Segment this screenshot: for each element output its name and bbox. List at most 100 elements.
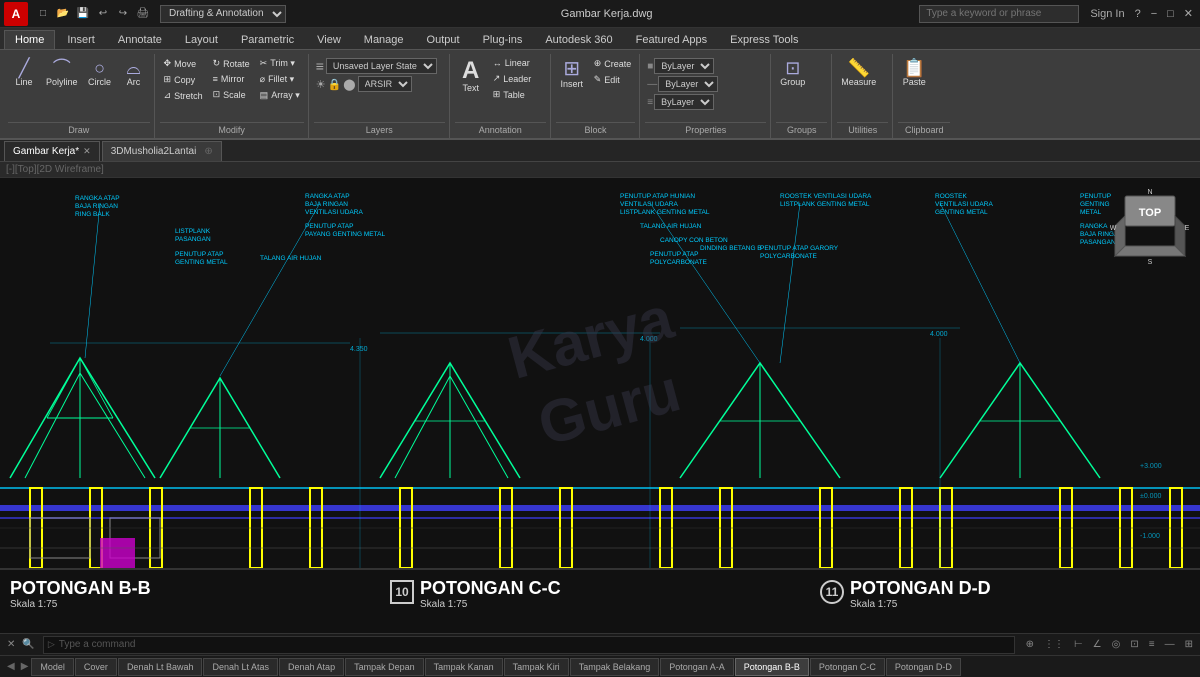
group-button[interactable]: ⊡ Group — [776, 56, 809, 91]
stretch-button[interactable]: ⊿Stretch — [160, 88, 207, 103]
tab-manage[interactable]: Manage — [353, 30, 415, 49]
ribbon-group-draw: ╱ Line ⌒ Polyline ○ Circle ⌓ Arc Draw — [4, 54, 155, 138]
close-status-button[interactable]: ✕ — [4, 639, 18, 650]
sign-in-button[interactable]: Sign In — [1087, 8, 1127, 20]
svg-text:PAYANG GENTING METAL: PAYANG GENTING METAL — [305, 231, 385, 238]
table-button[interactable]: ⊞Table — [489, 87, 536, 102]
sheet-nav-prev[interactable]: ◀ — [4, 661, 18, 672]
tab-insert[interactable]: Insert — [56, 30, 106, 49]
close-button[interactable]: ✕ — [1181, 7, 1196, 20]
sheet-tab-potongan-aa[interactable]: Potongan A-A — [660, 658, 734, 676]
text-button[interactable]: A Text — [455, 56, 487, 97]
circle-button[interactable]: ○ Circle — [84, 56, 116, 91]
tab-parametric[interactable]: Parametric — [230, 30, 305, 49]
array-button[interactable]: ▤Array ▾ — [256, 88, 304, 103]
canvas-area[interactable]: 4.350 4.000 4.000 ±0.000 -1.000 +3.000 R… — [0, 178, 1200, 568]
tab-autodesk360[interactable]: Autodesk 360 — [534, 30, 623, 49]
tab-annotate[interactable]: Annotate — [107, 30, 173, 49]
status-bar: ✕ 🔍 ▷ Type a command ⊕ ⋮⋮ ⊢ ∠ ◎ ⊡ ≡ — ⊞ — [0, 633, 1200, 655]
svg-text:DINDING BETANG B: DINDING BETANG B — [700, 245, 762, 252]
osnap-button[interactable]: ◎ — [1109, 639, 1124, 650]
close-doc-tab-1[interactable]: ✕ — [83, 146, 91, 157]
sheet-tab-model[interactable]: Model — [31, 658, 74, 676]
sheet-tab-cover[interactable]: Cover — [75, 658, 117, 676]
file-title: Gambar Kerja.dwg — [294, 8, 919, 20]
sheet-tab-tampak-kiri[interactable]: Tampak Kiri — [504, 658, 569, 676]
lineweight-select[interactable]: ByLayer — [654, 94, 714, 110]
sheet-tab-tampak-depan[interactable]: Tampak Depan — [345, 658, 424, 676]
dynin-button[interactable]: ≡ — [1146, 639, 1158, 650]
svg-text:CANOPY CON BETON: CANOPY CON BETON — [660, 237, 728, 244]
svg-text:S: S — [1148, 259, 1153, 266]
copy-button[interactable]: ⊞Copy — [160, 72, 207, 87]
tab-view[interactable]: View — [306, 30, 352, 49]
grid-button[interactable]: ⋮⋮ — [1041, 639, 1067, 650]
doc-tab-gambar-kerja[interactable]: Gambar Kerja* ✕ — [4, 141, 100, 161]
arc-button[interactable]: ⌓ Arc — [118, 56, 150, 91]
workspace-select[interactable]: Drafting & Annotation — [160, 5, 286, 23]
minimize-button[interactable]: − — [1148, 8, 1160, 20]
ribbon-tabs: Home Insert Annotate Layout Parametric V… — [0, 28, 1200, 50]
new-button[interactable]: □ — [34, 5, 52, 23]
tab-plugins[interactable]: Plug-ins — [472, 30, 534, 49]
insert-button[interactable]: ⊞ Insert — [556, 56, 588, 93]
sheet-tab-tampak-belakang[interactable]: Tampak Belakang — [570, 658, 660, 676]
command-input-area[interactable]: ▷ Type a command — [43, 636, 1015, 654]
tab-express-tools[interactable]: Express Tools — [719, 30, 809, 49]
tab-featured-apps[interactable]: Featured Apps — [625, 30, 719, 49]
measure-button[interactable]: 📏 Measure — [837, 56, 880, 91]
sheet-tab-potongan-cc[interactable]: Potongan C-C — [810, 658, 885, 676]
trim-button[interactable]: ✂Trim ▾ — [256, 56, 304, 71]
ribbon-group-layers: ≡ Unsaved Layer State ☀ 🔒 ⬤ ARSIR Layers — [310, 54, 450, 138]
circle-number-11: 11 — [820, 580, 844, 604]
doc-tab-3dmusholia[interactable]: 3DMusholia2Lantai ⊕ — [102, 141, 222, 161]
model-button[interactable]: ⊞ — [1182, 639, 1196, 650]
tab-output[interactable]: Output — [416, 30, 471, 49]
ortho-button[interactable]: ⊢ — [1071, 639, 1086, 650]
open-button[interactable]: 📂 — [54, 5, 72, 23]
sheet-tab-potongan-dd[interactable]: Potongan D-D — [886, 658, 961, 676]
svg-text:TALANG AIR HUJAN: TALANG AIR HUJAN — [260, 255, 322, 262]
edit-button[interactable]: ✎Edit — [590, 72, 636, 87]
help-button[interactable]: ? — [1132, 8, 1144, 20]
move-button[interactable]: ✥Move — [160, 56, 207, 71]
line-button[interactable]: ╱ Line — [8, 56, 40, 91]
color-select[interactable]: ByLayer — [654, 58, 714, 74]
linetype-select[interactable]: ByLayer — [658, 76, 718, 92]
tab-home[interactable]: Home — [4, 30, 55, 49]
sheet-tab-denah-lt-bawah[interactable]: Denah Lt Bawah — [118, 658, 203, 676]
sheet-tab-denah-lt-atas[interactable]: Denah Lt Atas — [203, 658, 278, 676]
cad-drawing[interactable]: 4.350 4.000 4.000 ±0.000 -1.000 +3.000 R… — [0, 178, 1200, 568]
paste-button[interactable]: 📋 Paste — [898, 56, 930, 91]
svg-text:N: N — [1147, 189, 1152, 196]
redo-button[interactable]: ↪ — [114, 5, 132, 23]
leader-button[interactable]: ↗Leader — [489, 71, 536, 86]
layer-name-select[interactable]: ARSIR — [358, 76, 412, 92]
nav-cube[interactable]: TOP S N W E — [1110, 188, 1190, 268]
sheet-nav-next[interactable]: ▶ — [18, 661, 32, 672]
polar-button[interactable]: ∠ — [1090, 639, 1105, 650]
rotate-button[interactable]: ↻Rotate — [209, 56, 254, 71]
layer-state-select[interactable]: Unsaved Layer State — [326, 58, 437, 74]
sheet-tab-potongan-bb[interactable]: Potongan B-B — [735, 658, 809, 676]
create-button[interactable]: ⊕Create — [590, 56, 636, 71]
sheet-tab-denah-atap[interactable]: Denah Atap — [279, 658, 344, 676]
sheet-tab-tampak-kanan[interactable]: Tampak Kanan — [425, 658, 503, 676]
svg-text:4.000: 4.000 — [640, 336, 658, 343]
otrack-button[interactable]: ⊡ — [1127, 639, 1141, 650]
linear-button[interactable]: ↔Linear — [489, 56, 536, 70]
undo-button[interactable]: ↩ — [94, 5, 112, 23]
ribbon-group-properties: ■ ByLayer — ByLayer ≡ ByLayer Properties — [641, 54, 771, 138]
snap-button[interactable]: ⊕ — [1023, 639, 1037, 650]
search-input[interactable] — [919, 5, 1079, 23]
scale-button[interactable]: ⊡Scale — [209, 87, 254, 102]
lw-button[interactable]: — — [1162, 639, 1178, 650]
section-bb: POTONGAN B-B Skala 1:75 — [10, 578, 151, 610]
fillet-button[interactable]: ⌀Fillet ▾ — [256, 72, 304, 87]
maximize-button[interactable]: □ — [1164, 8, 1177, 20]
mirror-button[interactable]: ≡Mirror — [209, 72, 254, 86]
save-button[interactable]: 💾 — [74, 5, 92, 23]
tab-layout[interactable]: Layout — [174, 30, 229, 49]
polyline-button[interactable]: ⌒ Polyline — [42, 56, 82, 91]
print-button[interactable]: 🖨 — [134, 5, 152, 23]
